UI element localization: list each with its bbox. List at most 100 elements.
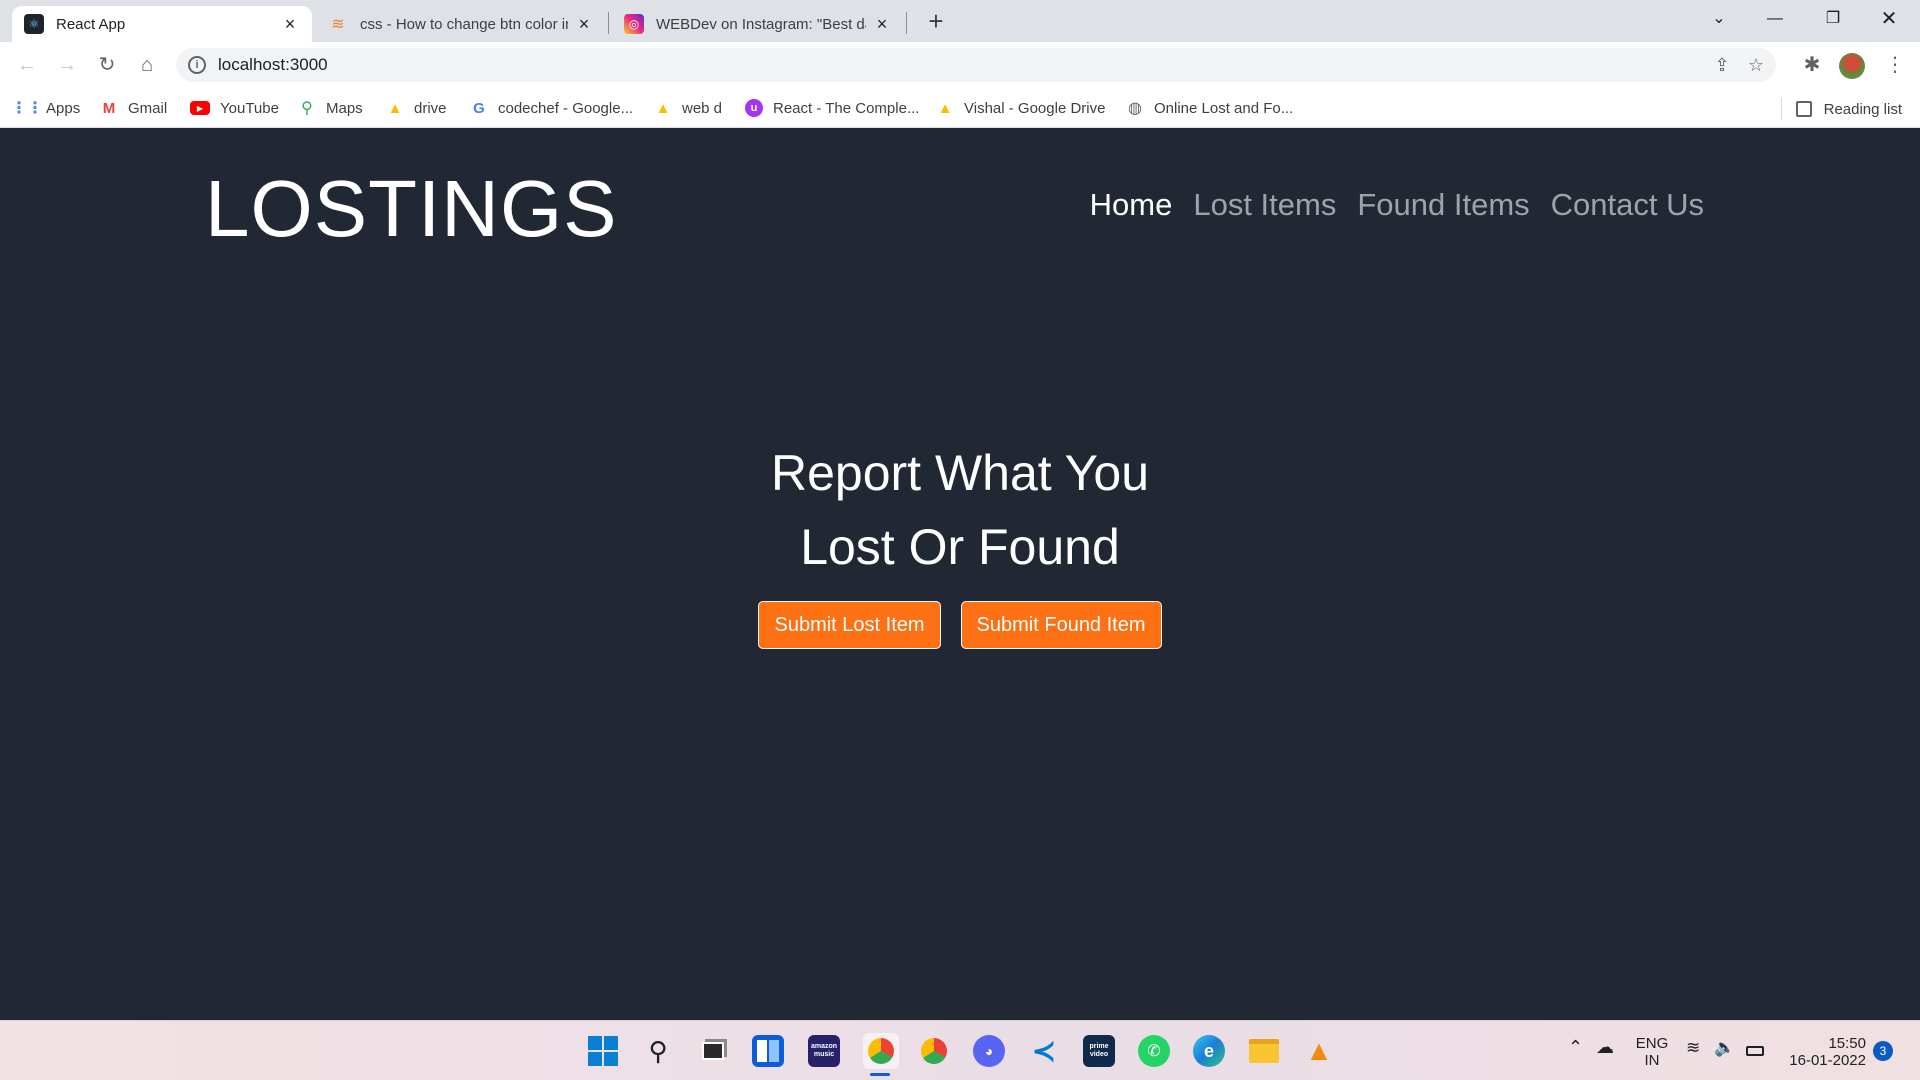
drive-icon: ▲ [655, 99, 671, 117]
file-explorer-icon[interactable] [1248, 1035, 1280, 1067]
language-indicator[interactable]: ENG IN [1634, 1035, 1670, 1069]
bookmark-label: Gmail [128, 99, 168, 117]
nav-contact-us[interactable]: Contact Us [1551, 187, 1704, 223]
udemy-icon: u [745, 99, 763, 117]
browser-toolbar: ← → ↻ ⌂ i localhost:3000 ⇪ ☆ ✱ ⋮ [0, 42, 1920, 88]
site-info-icon[interactable]: i [188, 56, 206, 74]
prime-video-icon[interactable]: prime video [1083, 1035, 1115, 1067]
site-logo[interactable]: LOSTINGS [205, 163, 618, 255]
notification-badge[interactable]: 3 [1873, 1041, 1893, 1061]
vlc-icon[interactable]: ▲ [1303, 1035, 1335, 1067]
extensions-icon[interactable]: ✱ [1797, 50, 1827, 80]
bookmark-label: drive [414, 99, 447, 117]
bookmark-codechef[interactable]: G codechef - Google... [470, 98, 633, 118]
hero-heading: Report What You Lost Or Found [0, 436, 1920, 584]
tab-title: css - How to change btn color in [360, 15, 568, 33]
chrome-profile-icon[interactable] [918, 1035, 950, 1067]
tab-react-app[interactable]: ⚛ React App × [12, 6, 312, 42]
minimize-icon[interactable]: — [1752, 4, 1798, 34]
nav-lost-items[interactable]: Lost Items [1193, 187, 1336, 223]
close-window-icon[interactable]: ✕ [1866, 4, 1912, 34]
new-tab-button[interactable]: + [922, 8, 950, 36]
amazon-music-icon[interactable]: amazon music [808, 1035, 840, 1067]
bookmark-web-d[interactable]: ▲ web d [654, 98, 722, 118]
reading-list-button[interactable]: Reading list [1780, 98, 1902, 120]
tab-search-icon[interactable]: ⌄ [1696, 4, 1742, 34]
react-icon: ⚛ [24, 14, 44, 34]
show-hidden-icons[interactable]: ⌃ [1568, 1038, 1583, 1056]
whatsapp-icon[interactable]: ✆ [1138, 1035, 1170, 1067]
widgets-icon[interactable] [752, 1035, 784, 1067]
profile-avatar[interactable] [1839, 53, 1865, 79]
share-icon[interactable]: ⇪ [1710, 53, 1734, 77]
submit-found-item-button[interactable]: Submit Found Item [960, 601, 1162, 649]
task-view-icon[interactable] [697, 1035, 729, 1067]
clock-date: 16-01-2022 [1789, 1052, 1866, 1069]
search-icon[interactable]: ⚲ [642, 1035, 674, 1067]
bookmark-label: Vishal - Google Drive [964, 99, 1106, 117]
discord-icon[interactable]: ◕ [973, 1035, 1005, 1067]
bookmark-youtube[interactable]: ▶ YouTube [190, 98, 279, 118]
tab-stackoverflow[interactable]: ≋ css - How to change btn color in × [316, 6, 606, 42]
submit-lost-item-button[interactable]: Submit Lost Item [758, 601, 941, 649]
bookmark-vishal-drive[interactable]: ▲ Vishal - Google Drive [936, 98, 1106, 118]
youtube-icon: ▶ [190, 101, 210, 115]
battery-icon[interactable] [1746, 1043, 1764, 1060]
wifi-icon[interactable]: ≋ [1686, 1039, 1700, 1056]
active-app-indicator [870, 1073, 890, 1076]
windows-start-icon[interactable] [587, 1035, 619, 1067]
reading-list-icon [1795, 101, 1812, 117]
windows-taskbar: ⚲ amazon music ◕ ≺ prime video ✆ e ▲ ⌃ ☁… [0, 1020, 1920, 1080]
menu-icon[interactable]: ⋮ [1880, 50, 1910, 80]
bookmark-gmail[interactable]: M Gmail [100, 98, 167, 118]
clock[interactable]: 15:50 16-01-2022 [1780, 1035, 1866, 1069]
hero-line-2: Lost Or Found [800, 519, 1120, 575]
bookmark-online-lost-found[interactable]: ◍ Online Lost and Fo... [1126, 98, 1293, 118]
tab-separator [906, 12, 907, 34]
close-tab-icon[interactable]: × [872, 14, 892, 34]
browser-tab-strip: ⚛ React App × ≋ css - How to change btn … [0, 0, 1920, 42]
reload-icon[interactable]: ↻ [92, 50, 122, 80]
bookmark-apps[interactable]: ⋮⋮ Apps [11, 98, 81, 118]
globe-icon: ◍ [1128, 100, 1142, 117]
clock-time: 15:50 [1828, 1035, 1866, 1052]
bookmarks-bar: ⋮⋮ Apps M Gmail ▶ YouTube ⚲ Maps ▲ drive… [0, 88, 1920, 128]
amazon-music-text: amazon music [810, 1043, 838, 1058]
edge-icon[interactable]: e [1193, 1035, 1225, 1067]
bookmark-separator [1780, 98, 1782, 120]
bookmark-label: Apps [46, 99, 81, 117]
nav-home[interactable]: Home [1090, 187, 1173, 223]
address-bar[interactable]: i localhost:3000 ⇪ ☆ [176, 48, 1776, 82]
stackoverflow-icon: ≋ [331, 16, 345, 33]
bookmark-maps[interactable]: ⚲ Maps [298, 98, 363, 118]
prime-video-text: prime video [1089, 1043, 1109, 1058]
instagram-icon: ◎ [624, 14, 644, 34]
tab-title: WEBDev on Instagram: "Best darl [656, 15, 866, 33]
restore-icon[interactable]: ❐ [1810, 4, 1856, 34]
tab-separator [608, 12, 609, 34]
region-code: IN [1644, 1052, 1660, 1069]
close-tab-icon[interactable]: × [280, 14, 300, 34]
hero-line-1: Report What You [770, 445, 1150, 501]
tab-title: React App [56, 15, 126, 33]
onedrive-icon[interactable]: ☁ [1596, 1038, 1614, 1056]
tab-instagram[interactable]: ◎ WEBDev on Instagram: "Best darl × [612, 6, 904, 42]
vscode-icon[interactable]: ≺ [1028, 1035, 1060, 1068]
forward-icon[interactable]: → [52, 50, 82, 80]
close-tab-icon[interactable]: × [574, 14, 594, 34]
google-icon: G [473, 99, 485, 117]
bookmark-star-icon[interactable]: ☆ [1744, 53, 1768, 77]
bookmark-react-course[interactable]: u React - The Comple... [745, 98, 919, 118]
bookmark-label: web d [682, 99, 723, 117]
bookmark-drive[interactable]: ▲ drive [386, 98, 447, 118]
back-icon[interactable]: ← [12, 50, 42, 80]
volume-icon[interactable]: 🔈 [1714, 1039, 1735, 1056]
nav-found-items[interactable]: Found Items [1357, 187, 1529, 223]
bookmark-label: codechef - Google... [498, 99, 634, 117]
url-text[interactable]: localhost:3000 [218, 55, 328, 75]
bookmark-label: YouTube [220, 99, 279, 117]
chrome-icon[interactable] [863, 1033, 899, 1069]
home-icon[interactable]: ⌂ [132, 50, 162, 80]
hero-actions: Submit Lost Item Submit Found Item [0, 601, 1920, 649]
drive-icon: ▲ [387, 99, 403, 117]
